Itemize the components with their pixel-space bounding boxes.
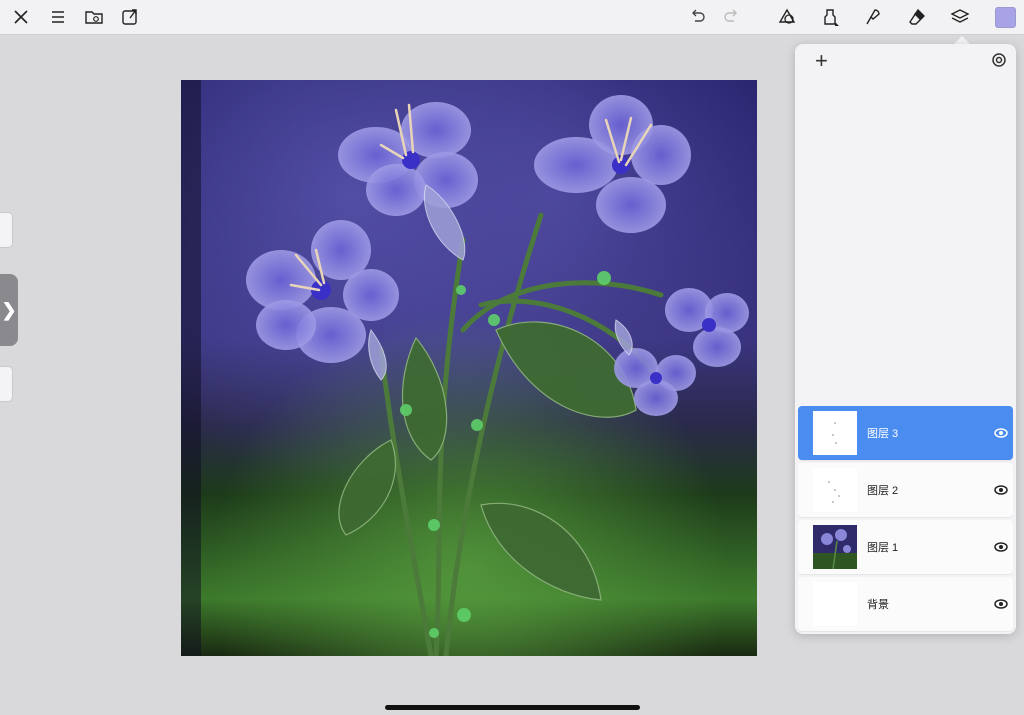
layer-name: 背景 [867,599,889,611]
layers-panel: + 图层 3 图层 2 图层 1 背景 [795,44,1016,634]
eraser-icon[interactable] [904,4,930,30]
eye-icon[interactable] [994,598,1008,610]
artwork-illustration [181,80,757,656]
eye-icon[interactable] [994,427,1008,439]
opacity-slider[interactable] [0,366,13,402]
layer-name: 图层 1 [867,542,899,554]
add-layer-icon[interactable]: + [815,48,828,74]
layer-name: 图层 2 [867,485,899,497]
menu-icon[interactable] [45,4,71,30]
color-swatch[interactable] [995,7,1016,28]
layers-icon[interactable] [947,4,973,30]
export-icon[interactable] [117,4,143,30]
layer-settings-icon[interactable] [991,52,1007,68]
folder-icon[interactable] [81,4,107,30]
layer-thumbnail [813,525,857,569]
drawing-canvas[interactable] [181,80,757,656]
sidebar-toggle-button[interactable]: ❯ [0,274,18,346]
eye-icon[interactable] [994,484,1008,496]
brush-icon[interactable] [817,4,843,30]
layer-thumbnail [813,582,857,626]
close-icon[interactable] [8,4,34,30]
shape-icon[interactable] [774,4,800,30]
eye-icon[interactable] [994,541,1008,553]
layer-thumbnail [813,411,857,455]
top-toolbar [0,0,1024,35]
layer-thumbnail [813,468,857,512]
layer-row-2[interactable]: 图层 2 [798,463,1013,517]
smudge-icon[interactable] [860,4,886,30]
layer-row-3[interactable]: 图层 3 [798,406,1013,460]
layer-name: 图层 3 [867,428,899,440]
chevron-right-icon: ❯ [1,299,17,320]
brush-size-slider[interactable] [0,212,13,248]
undo-icon[interactable] [685,4,711,30]
layer-row-background[interactable]: 背景 [798,577,1013,631]
redo-icon[interactable] [718,4,744,30]
home-indicator [385,705,640,710]
layer-row-1[interactable]: 图层 1 [798,520,1013,574]
